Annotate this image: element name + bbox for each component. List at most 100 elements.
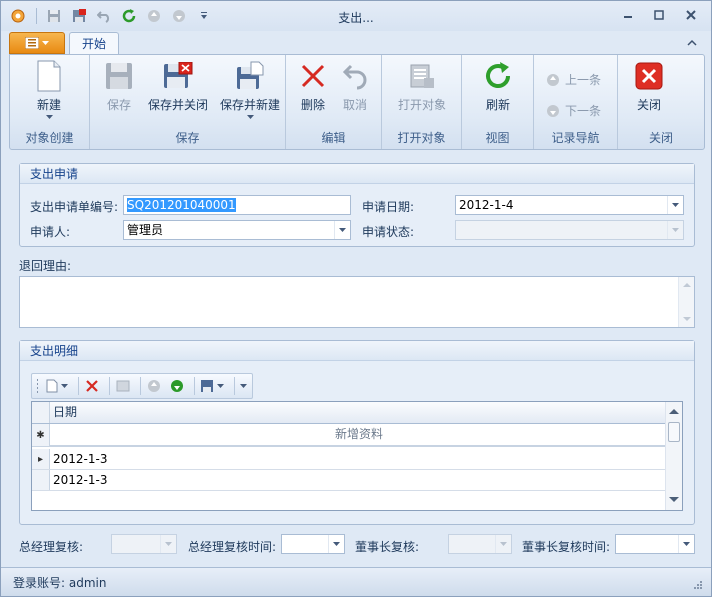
tab-home[interactable]: 开始 <box>69 32 119 55</box>
arrow-up-circle-icon <box>547 73 559 86</box>
number-value: SQ201201040001 <box>127 198 236 212</box>
chair-review-select[interactable] <box>448 534 512 554</box>
status-bar: 登录账号: admin <box>1 567 711 596</box>
date-label: 申请日期: <box>362 200 415 214</box>
login-account-text: 登录账号: admin <box>13 576 107 590</box>
next-record-button[interactable]: 下一条 <box>546 102 601 119</box>
group-view: 刷新 视图 <box>462 55 534 149</box>
grid-delete-button[interactable] <box>83 376 101 396</box>
chevron-down-icon <box>42 40 49 45</box>
new-button[interactable]: 新建 <box>24 59 74 120</box>
date-picker[interactable]: 2012-1-4 <box>455 195 684 215</box>
grid-prev-button[interactable] <box>145 376 163 396</box>
grid-new-button[interactable] <box>45 376 70 396</box>
scroll-down-icon <box>669 497 679 502</box>
chevron-down-icon[interactable] <box>334 221 350 239</box>
grid-scrollbar[interactable] <box>665 402 682 510</box>
maximize-icon[interactable] <box>649 7 669 23</box>
resize-grip-icon[interactable] <box>693 580 703 590</box>
scroll-up-icon <box>683 283 691 287</box>
delete-icon <box>296 59 330 93</box>
grid-open-button[interactable] <box>114 376 132 396</box>
open-object-button[interactable]: 打开对象 <box>392 59 452 113</box>
chevron-down-icon[interactable] <box>495 535 511 553</box>
group-nav: 上一条 下一条 记录导航 <box>534 55 618 149</box>
delete-button[interactable]: 删除 <box>296 59 330 113</box>
chair-time-picker[interactable] <box>615 534 695 554</box>
save-new-label: 保存并新建 <box>219 98 280 112</box>
group-label-close: 关闭 <box>648 131 673 145</box>
group-label-save: 保存 <box>175 131 200 145</box>
cancel-button[interactable]: 取消 <box>338 59 372 113</box>
chevron-down-icon <box>45 115 53 119</box>
applicant-select[interactable]: 管理员 <box>123 220 351 240</box>
group-label-open: 打开对象 <box>397 131 446 145</box>
toolbar-separator <box>109 377 111 395</box>
group-edit: 删除 取消 编辑 <box>286 55 382 149</box>
new-row[interactable]: ✱ 新增资料 <box>32 424 666 447</box>
save-new-button[interactable]: 保存并新建 <box>216 59 284 120</box>
arrow-down-circle-icon <box>170 380 183 392</box>
chevron-down-icon[interactable] <box>667 196 683 214</box>
chair-review-label: 董事长复核: <box>355 540 420 554</box>
save-icon <box>201 380 214 392</box>
group-label-nav: 记录导航 <box>551 131 600 145</box>
status-select[interactable] <box>455 220 684 240</box>
scroll-thumb[interactable] <box>668 422 680 442</box>
toolbar-separator <box>78 377 80 395</box>
prev-record-button[interactable]: 上一条 <box>546 71 601 88</box>
delete-label: 删除 <box>300 98 325 112</box>
open-object-icon <box>116 380 130 392</box>
row-date-cell[interactable]: 2012-1-3 <box>51 449 107 469</box>
chevron-down-icon <box>217 383 225 388</box>
reject-reason-textarea[interactable] <box>19 276 695 328</box>
application-menu-button[interactable] <box>9 32 65 54</box>
save-label: 保存 <box>106 98 131 112</box>
group-open: 打开对象 打开对象 <box>382 55 462 149</box>
toolbar-separator <box>193 377 195 395</box>
save-close-button[interactable]: 保存并关闭 <box>144 59 212 113</box>
gm-time-label: 总经理复核时间: <box>188 540 277 554</box>
detail-section-title: 支出明细 <box>20 341 694 361</box>
main-window: 支出... 开始 新建 对象创建 保存 保存并关闭 保存并新建 保存 删除 取消… <box>0 0 712 597</box>
gm-review-select[interactable] <box>111 534 177 554</box>
gm-time-picker[interactable] <box>281 534 345 554</box>
ribbon-collapse-icon[interactable] <box>687 36 697 50</box>
cancel-label: 取消 <box>342 98 367 112</box>
table-row[interactable]: ▸ 2012-1-3 <box>32 449 666 470</box>
chevron-down-icon[interactable] <box>160 535 176 553</box>
applicant-label: 申请人: <box>30 225 71 239</box>
grid-save-button[interactable] <box>199 376 226 396</box>
number-field[interactable]: SQ201201040001 <box>123 195 351 215</box>
menu-icon <box>25 37 39 49</box>
grid-next-button[interactable] <box>168 376 186 396</box>
ribbon: 新建 对象创建 保存 保存并关闭 保存并新建 保存 删除 取消 编辑 打开对象 … <box>9 54 705 150</box>
reject-scrollbar[interactable] <box>678 277 694 327</box>
save-new-icon <box>233 59 267 93</box>
chevron-down-icon[interactable] <box>328 535 344 553</box>
chevron-down-icon <box>239 383 247 388</box>
refresh-label: 刷新 <box>485 98 510 112</box>
save-icon <box>102 59 136 93</box>
chevron-down-icon[interactable] <box>678 535 694 553</box>
chair-time-label: 董事长复核时间: <box>522 540 611 554</box>
close-button[interactable]: 关闭 <box>632 59 666 113</box>
row-date-cell[interactable]: 2012-1-3 <box>51 470 107 490</box>
new-label: 新建 <box>36 98 61 112</box>
minimize-icon[interactable] <box>618 7 638 23</box>
scroll-down-icon <box>683 317 691 321</box>
close-window-icon[interactable] <box>681 7 701 23</box>
open-object-icon <box>405 59 439 93</box>
chevron-down-icon <box>61 383 69 388</box>
save-close-icon <box>161 59 195 93</box>
group-label-view: 视图 <box>485 131 510 145</box>
arrow-up-circle-icon <box>148 380 161 392</box>
save-button[interactable]: 保存 <box>102 59 136 113</box>
chevron-down-icon[interactable] <box>667 221 683 239</box>
refresh-button[interactable]: 刷新 <box>481 59 515 113</box>
table-row[interactable]: 2012-1-3 <box>32 470 666 491</box>
toolbar-overflow-button[interactable] <box>239 376 248 396</box>
column-header-date[interactable]: 日期 <box>51 402 77 422</box>
open-object-label: 打开对象 <box>397 98 446 112</box>
group-create: 新建 对象创建 <box>10 55 90 149</box>
